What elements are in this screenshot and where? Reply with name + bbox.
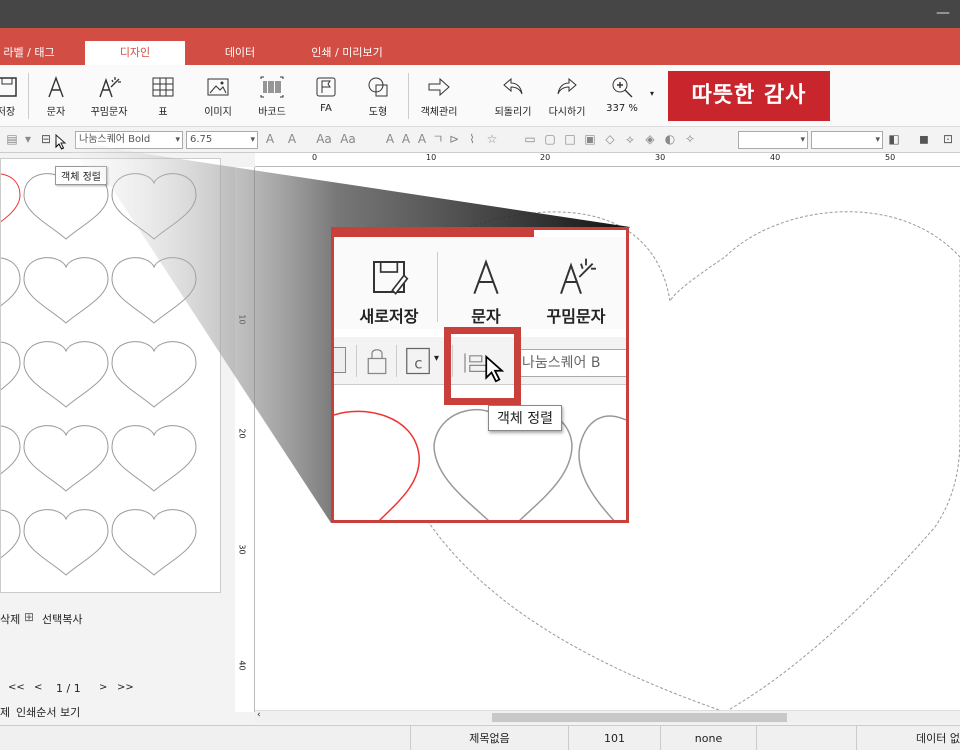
- zoom-fancy-text-label: 꾸밈문자: [546, 307, 606, 326]
- zoom-text-label: 문자: [471, 307, 501, 326]
- zoom-save-new-label: 새로저장: [359, 307, 419, 326]
- svg-text:c: c: [414, 355, 422, 373]
- zoom-hearts: [334, 385, 626, 520]
- zoom-lock-icon: [367, 349, 387, 375]
- zoom-callout: 새로저장 문자 꾸밈문자 c ▾ 나눔스퀘어 B 객체 정렬: [331, 227, 629, 523]
- zoom-separator: [437, 252, 438, 322]
- zoom-paste-icon: [334, 347, 346, 373]
- zoom-font-select: 나눔스퀘어 B: [515, 349, 626, 377]
- zoom-save-new-button: 새로저장: [350, 257, 428, 327]
- zoom-dropdown-icon: ▾: [434, 353, 440, 364]
- magic-text-icon: [560, 258, 596, 294]
- zoom-text-button: 문자: [452, 257, 520, 327]
- zoom-menu-strip: [334, 230, 626, 237]
- zoom-copy-format-icon: c: [406, 347, 430, 375]
- zoom-fancy-text-button: 꾸밈문자: [534, 257, 618, 327]
- zoom-ribbon: 새로저장 문자 꾸밈문자: [334, 237, 626, 329]
- zoom-highlight-box: [444, 327, 521, 405]
- zoom-tooltip: 객체 정렬: [488, 405, 562, 431]
- save-icon: [373, 261, 409, 295]
- zoom-heart-shapes: [334, 408, 626, 520]
- text-a-icon: [473, 259, 499, 295]
